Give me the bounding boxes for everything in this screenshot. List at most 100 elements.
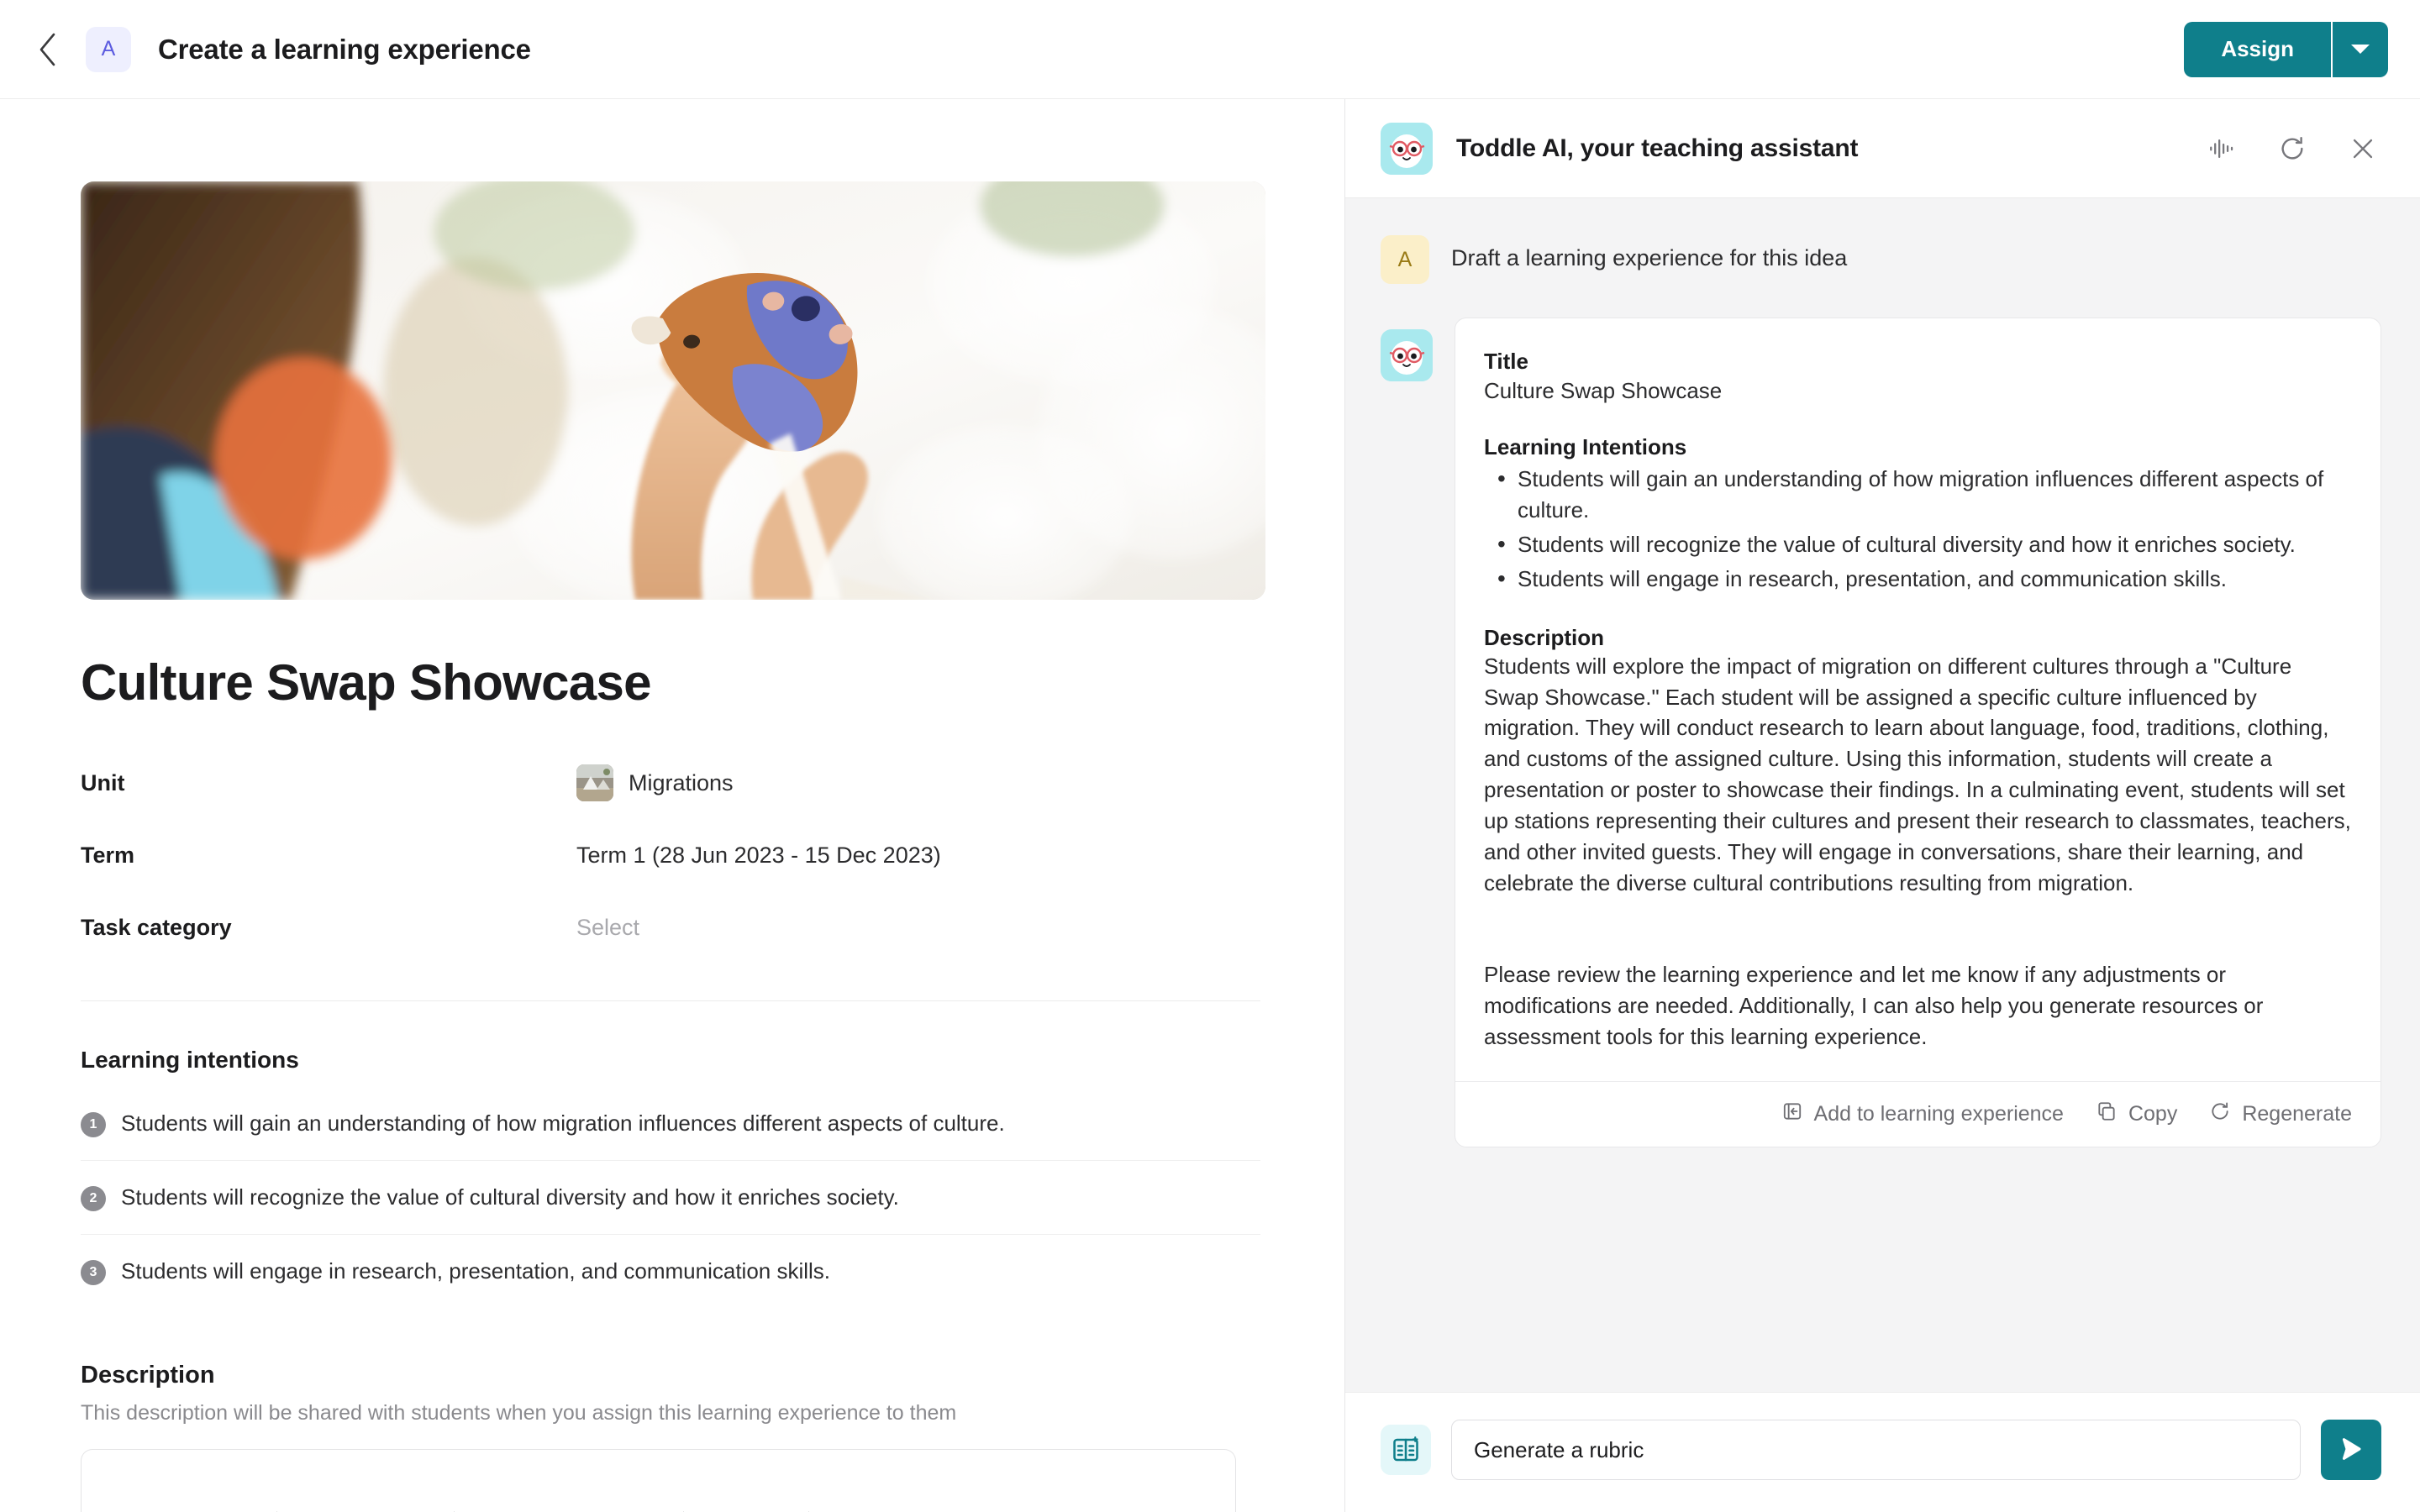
assign-button-group: Assign xyxy=(2184,21,2388,77)
clear-format-icon[interactable] xyxy=(819,1502,871,1512)
section-divider xyxy=(81,1000,1260,1001)
add-to-learning-experience-label: Add to learning experience xyxy=(1813,1101,2064,1126)
align-dropdown-icon[interactable] xyxy=(517,1502,569,1512)
regenerate-label: Regenerate xyxy=(2242,1101,2352,1126)
description-editor[interactable]: 123 xyxy=(81,1449,1236,1512)
list-item[interactable]: 2 Students will recognize the value of c… xyxy=(81,1161,1260,1236)
ai-assistant-panel: Toddle AI, your teaching assistant A Dra… xyxy=(1344,99,2420,1512)
unit-name: Migrations xyxy=(629,769,734,795)
field-label-term: Term xyxy=(81,842,135,868)
font-size-medium-icon[interactable] xyxy=(162,1502,214,1512)
response-title-heading: Title xyxy=(1484,349,1528,374)
field-label-unit: Unit xyxy=(81,769,125,795)
underline-icon[interactable] xyxy=(392,1502,444,1512)
send-icon xyxy=(2337,1435,2365,1466)
assign-button[interactable]: Assign xyxy=(2184,21,2333,77)
response-closing-text: Please review the learning experience an… xyxy=(1484,961,2264,1049)
unit-thumbnail-icon xyxy=(576,764,613,801)
ai-panel-actions xyxy=(2203,130,2381,167)
list-item[interactable]: 1 Students will gain an understanding of… xyxy=(81,1087,1260,1162)
response-title-value: Culture Swap Showcase xyxy=(1484,378,1723,403)
avatar: A xyxy=(1381,235,1429,284)
field-value-term[interactable]: Term 1 (28 Jun 2023 - 15 Dec 2023) xyxy=(576,843,941,869)
font-size-large-icon[interactable] xyxy=(110,1502,162,1512)
response-description-heading: Description xyxy=(1484,624,1605,650)
cover-image[interactable] xyxy=(81,181,1265,600)
refresh-icon[interactable] xyxy=(2274,130,2311,167)
ai-panel-title: Toddle AI, your teaching assistant xyxy=(1456,134,1859,162)
ai-compose-bar xyxy=(1345,1392,2420,1512)
chevron-down-icon xyxy=(2351,45,2370,54)
page-title: Create a learning experience xyxy=(158,33,531,65)
response-intentions-list: Students will gain an understanding of h… xyxy=(1484,462,2352,596)
link-icon[interactable] xyxy=(694,1502,746,1512)
emoji-icon[interactable] xyxy=(746,1502,798,1512)
ai-compose-row xyxy=(1381,1420,2381,1480)
chat-input[interactable] xyxy=(1451,1420,2301,1480)
add-to-learning-experience-button[interactable]: Add to learning experience xyxy=(1781,1100,2064,1128)
list-item-text: Students will gain an understanding of h… xyxy=(121,1110,1005,1136)
send-button[interactable] xyxy=(2321,1420,2381,1480)
field-label-task-category: Task category xyxy=(81,914,232,940)
ai-response-actions: Add to learning experience Copy Regenera… xyxy=(1455,1080,2381,1147)
assign-dropdown-button[interactable] xyxy=(2333,21,2388,77)
main-body: Culture Swap Showcase Unit Migrations Te… xyxy=(0,99,2420,1512)
experience-title: Culture Swap Showcase xyxy=(81,654,652,711)
ai-response-card: Title Culture Swap Showcase Learning Int… xyxy=(1455,318,2381,1147)
toddle-ai-face-art xyxy=(1381,329,1433,381)
list-item: Students will gain an understanding of h… xyxy=(1484,462,2352,526)
learning-intentions-list: 1 Students will gain an understanding of… xyxy=(81,1087,1260,1308)
copy-button[interactable]: Copy xyxy=(2096,1100,2177,1128)
top-bar-actions: Assign xyxy=(2184,21,2388,77)
field-row-task-category: Task category Select xyxy=(81,891,1260,963)
waveform-icon[interactable] xyxy=(2203,130,2240,167)
back-button[interactable] xyxy=(29,30,67,69)
avatar: A xyxy=(86,26,131,72)
user-message-text: Draft a learning experience for this ide… xyxy=(1451,245,1848,270)
toddle-ai-face-icon xyxy=(1381,329,1433,381)
copy-label: Copy xyxy=(2128,1101,2178,1126)
unit-thumbnail-art xyxy=(576,764,613,801)
font-size-small-icon[interactable] xyxy=(214,1502,266,1512)
field-value-unit[interactable]: Migrations xyxy=(576,764,734,801)
field-row-unit: Unit Migrations xyxy=(81,747,1260,819)
response-intentions-heading: Learning Intentions xyxy=(1484,434,1687,459)
numbered-list-icon[interactable]: 123 xyxy=(621,1502,673,1512)
list-item-number: 3 xyxy=(81,1260,106,1286)
add-to-experience-icon xyxy=(1781,1100,1803,1128)
list-item: Students will engage in research, presen… xyxy=(1484,562,2352,596)
bulleted-list-icon[interactable] xyxy=(569,1502,621,1512)
field-rows: Unit Migrations Term Term 1 (28 Jun 2023… xyxy=(81,747,1260,963)
learning-experience-pane: Culture Swap Showcase Unit Migrations Te… xyxy=(0,99,1344,1512)
description-heading: Description xyxy=(81,1362,215,1389)
app-root: A Create a learning experience Assign Cu… xyxy=(0,0,2420,1512)
toddle-ai-face-icon xyxy=(1381,122,1433,175)
list-item-number: 2 xyxy=(81,1186,106,1212)
list-item[interactable]: 3 Students will engage in research, pres… xyxy=(81,1235,1260,1308)
align-left-icon[interactable] xyxy=(465,1502,517,1512)
description-subtext: This description will be shared with stu… xyxy=(81,1401,957,1425)
chevron-left-icon xyxy=(37,32,59,67)
ai-panel-header: Toddle AI, your teaching assistant xyxy=(1345,99,2420,198)
copy-icon xyxy=(2096,1100,2118,1128)
avatar-initial: A xyxy=(101,37,116,60)
response-description-body: Students will explore the impact of migr… xyxy=(1484,653,2351,895)
list-item-text: Students will recognize the value of cul… xyxy=(121,1184,899,1210)
toddle-ai-face-art xyxy=(1381,122,1433,175)
italic-icon[interactable] xyxy=(339,1502,392,1512)
close-icon[interactable] xyxy=(2344,130,2381,167)
list-item: Students will recognize the value of cul… xyxy=(1484,528,2352,561)
task-category-select[interactable]: Select xyxy=(576,915,639,941)
rubric-sparkle-icon[interactable] xyxy=(1381,1425,1431,1475)
ai-conversation[interactable]: A Draft a learning experience for this i… xyxy=(1345,198,2420,1392)
bold-icon[interactable] xyxy=(287,1502,339,1512)
avatar-initial: A xyxy=(1397,247,1413,271)
indent-icon[interactable] xyxy=(871,1502,923,1512)
ai-response-body: Title Culture Swap Showcase Learning Int… xyxy=(1455,318,2381,1081)
list-item-text: Students will engage in research, presen… xyxy=(121,1258,831,1284)
regenerate-button[interactable]: Regenerate xyxy=(2209,1100,2352,1128)
ai-message: Title Culture Swap Showcase Learning Int… xyxy=(1345,318,2420,1147)
